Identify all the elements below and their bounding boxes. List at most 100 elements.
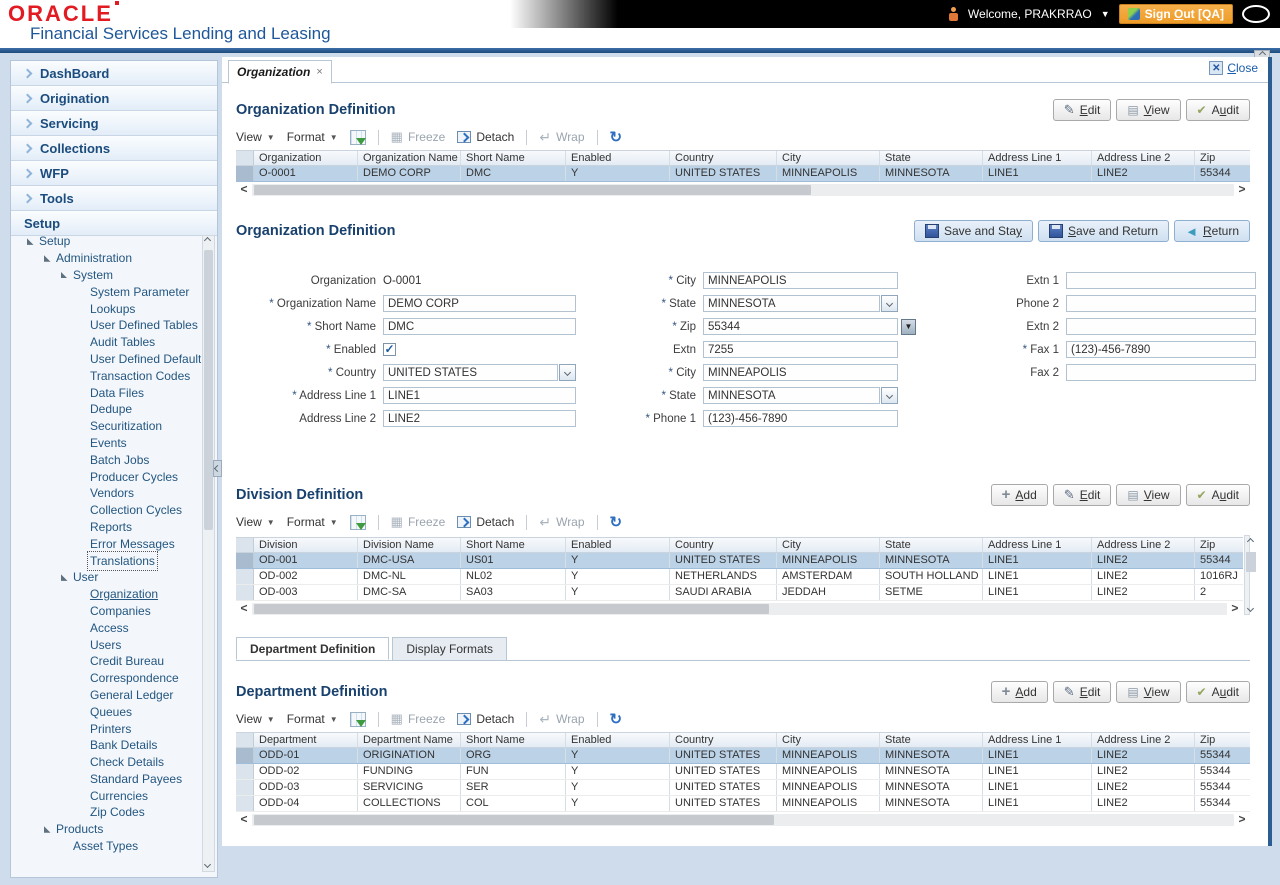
column-header-country[interactable]: Country bbox=[670, 733, 777, 747]
sidebar-item-servicing[interactable]: Servicing bbox=[11, 111, 217, 136]
tree-expand-icon[interactable] bbox=[44, 826, 51, 833]
scroll-down-icon[interactable] bbox=[1247, 605, 1254, 612]
state-select[interactable]: MINNESOTA bbox=[703, 387, 880, 404]
column-header-organization[interactable]: Organization bbox=[254, 151, 358, 165]
tree-item-data-files[interactable]: Data Files bbox=[11, 384, 201, 401]
column-header-city[interactable]: City bbox=[777, 538, 880, 552]
edit-button[interactable]: Edit bbox=[1053, 681, 1112, 703]
column-header-enabled[interactable]: Enabled bbox=[566, 733, 670, 747]
tree-item-administration[interactable]: Administration bbox=[11, 250, 201, 267]
column-header-state[interactable]: State bbox=[880, 151, 983, 165]
save-and-return-button[interactable]: Save and Return bbox=[1038, 220, 1169, 242]
column-header-short-name[interactable]: Short Name bbox=[461, 151, 566, 165]
zip-field[interactable]: 55344 bbox=[703, 318, 898, 335]
column-header-division[interactable]: Division bbox=[254, 538, 358, 552]
refresh-icon[interactable] bbox=[610, 128, 623, 146]
enabled-checkbox[interactable] bbox=[383, 343, 396, 356]
column-header-address-line-2[interactable]: Address Line 2 bbox=[1092, 151, 1195, 165]
scrollbar-thumb[interactable] bbox=[204, 250, 213, 530]
refresh-icon[interactable] bbox=[610, 513, 623, 531]
tree-item-printers[interactable]: Printers bbox=[11, 720, 201, 737]
tree-item-correspondence[interactable]: Correspondence bbox=[11, 670, 201, 687]
scroll-right-icon[interactable]: > bbox=[1227, 602, 1243, 615]
table-row[interactable]: ODD-04COLLECTIONSCOLYUNITED STATESMINNEA… bbox=[236, 796, 1250, 812]
table-row[interactable]: OD-003DMC-SASA03YSAUDI ARABIAJEDDAHSETME… bbox=[236, 585, 1243, 601]
column-header-address-line-2[interactable]: Address Line 2 bbox=[1092, 733, 1195, 747]
extn-1-field[interactable] bbox=[1066, 272, 1256, 289]
column-header-zip[interactable]: Zip bbox=[1195, 538, 1243, 552]
return-button[interactable]: Return bbox=[1174, 220, 1250, 242]
table-row[interactable]: ODD-02FUNDINGFUNYUNITED STATESMINNEAPOLI… bbox=[236, 764, 1250, 780]
scroll-left-icon[interactable]: < bbox=[236, 602, 252, 615]
edit-button[interactable]: Edit bbox=[1053, 99, 1112, 121]
view-button[interactable]: View bbox=[1116, 484, 1180, 506]
view-button[interactable]: View bbox=[1116, 681, 1180, 703]
extn-field[interactable]: 7255 bbox=[703, 341, 898, 358]
format-menu[interactable]: Format▼ bbox=[287, 515, 338, 529]
tree-item-vendors[interactable]: Vendors bbox=[11, 485, 201, 502]
detach-button[interactable]: Detach bbox=[457, 130, 514, 144]
sidebar-item-collections[interactable]: Collections bbox=[11, 136, 217, 161]
welcome-menu[interactable]: Welcome, PRAKRRAO bbox=[968, 7, 1092, 21]
city-field[interactable]: MINNEAPOLIS bbox=[703, 364, 898, 381]
column-header-zip[interactable]: Zip bbox=[1195, 733, 1250, 747]
format-menu[interactable]: Format▼ bbox=[287, 130, 338, 144]
column-header-organization-name[interactable]: Organization Name bbox=[358, 151, 461, 165]
zip-lov-button[interactable]: ▼ bbox=[901, 319, 916, 335]
tree-item-access[interactable]: Access bbox=[11, 619, 201, 636]
scroll-left-icon[interactable]: < bbox=[236, 813, 252, 826]
tree-item-general-ledger[interactable]: General Ledger bbox=[11, 687, 201, 704]
tree-item-organization[interactable]: Organization bbox=[11, 586, 201, 603]
tree-item-error-messages[interactable]: Error Messages bbox=[11, 535, 201, 552]
query-by-example-icon[interactable] bbox=[350, 712, 366, 727]
tree-item-system-parameter[interactable]: System Parameter bbox=[11, 283, 201, 300]
column-header-city[interactable]: City bbox=[777, 151, 880, 165]
tree-item-events[interactable]: Events bbox=[11, 435, 201, 452]
scrollbar-thumb[interactable] bbox=[254, 604, 769, 614]
tree-item-collection-cycles[interactable]: Collection Cycles bbox=[11, 502, 201, 519]
scroll-left-icon[interactable]: < bbox=[236, 183, 252, 196]
tree-expand-icon[interactable] bbox=[61, 574, 68, 581]
column-header-address-line-1[interactable]: Address Line 1 bbox=[983, 538, 1092, 552]
tree-item-transaction-codes[interactable]: Transaction Codes bbox=[11, 367, 201, 384]
detach-button[interactable]: Detach bbox=[457, 712, 514, 726]
view-menu[interactable]: View▼ bbox=[236, 712, 275, 726]
address-line-2-field[interactable]: LINE2 bbox=[383, 410, 576, 427]
sidebar-item-tools[interactable]: Tools bbox=[11, 186, 217, 211]
tree-item-securitization[interactable]: Securitization bbox=[11, 418, 201, 435]
view-menu[interactable]: View▼ bbox=[236, 515, 275, 529]
refresh-icon[interactable] bbox=[610, 710, 623, 728]
tree-item-batch-jobs[interactable]: Batch Jobs bbox=[11, 451, 201, 468]
format-menu[interactable]: Format▼ bbox=[287, 712, 338, 726]
chevron-down-icon[interactable] bbox=[559, 364, 576, 381]
table-row[interactable]: ODD-03SERVICINGSERYUNITED STATESMINNEAPO… bbox=[236, 780, 1250, 796]
sidebar-item-dashboard[interactable]: DashBoard bbox=[11, 61, 217, 86]
tree-item-translations[interactable]: Translations bbox=[11, 552, 201, 569]
view-button[interactable]: View bbox=[1116, 99, 1180, 121]
chevron-down-icon[interactable] bbox=[881, 295, 898, 312]
fax-1-field[interactable]: (123)-456-7890 bbox=[1066, 341, 1256, 358]
column-header-short-name[interactable]: Short Name bbox=[461, 538, 566, 552]
division-table-vscrollbar[interactable] bbox=[1244, 535, 1250, 615]
tree-item-companies[interactable]: Companies bbox=[11, 603, 201, 620]
column-header-state[interactable]: State bbox=[880, 538, 983, 552]
scroll-right-icon[interactable]: > bbox=[1234, 183, 1250, 196]
tree-item-setup[interactable]: Setup bbox=[11, 233, 201, 250]
view-menu[interactable]: View▼ bbox=[236, 130, 275, 144]
tree-item-users[interactable]: Users bbox=[11, 636, 201, 653]
address-line-1-field[interactable]: LINE1 bbox=[383, 387, 576, 404]
sidebar-collapse-handle[interactable] bbox=[213, 460, 222, 477]
tree-expand-icon[interactable] bbox=[61, 271, 68, 278]
close-button[interactable]: ✕ Close bbox=[1209, 61, 1258, 75]
phone-2-field[interactable] bbox=[1066, 295, 1256, 312]
column-header-division-name[interactable]: Division Name bbox=[358, 538, 461, 552]
column-header-enabled[interactable]: Enabled bbox=[566, 538, 670, 552]
scroll-right-icon[interactable]: > bbox=[1234, 813, 1250, 826]
tree-item-asset-types[interactable]: Asset Types bbox=[11, 838, 201, 855]
chevron-down-icon[interactable] bbox=[881, 387, 898, 404]
tree-item-audit-tables[interactable]: Audit Tables bbox=[11, 334, 201, 351]
save-and-stay-button[interactable]: Save and Stay bbox=[914, 220, 1033, 242]
organization-name-field[interactable]: DEMO CORP bbox=[383, 295, 576, 312]
tree-item-producer-cycles[interactable]: Producer Cycles bbox=[11, 468, 201, 485]
tree-item-reports[interactable]: Reports bbox=[11, 519, 201, 536]
